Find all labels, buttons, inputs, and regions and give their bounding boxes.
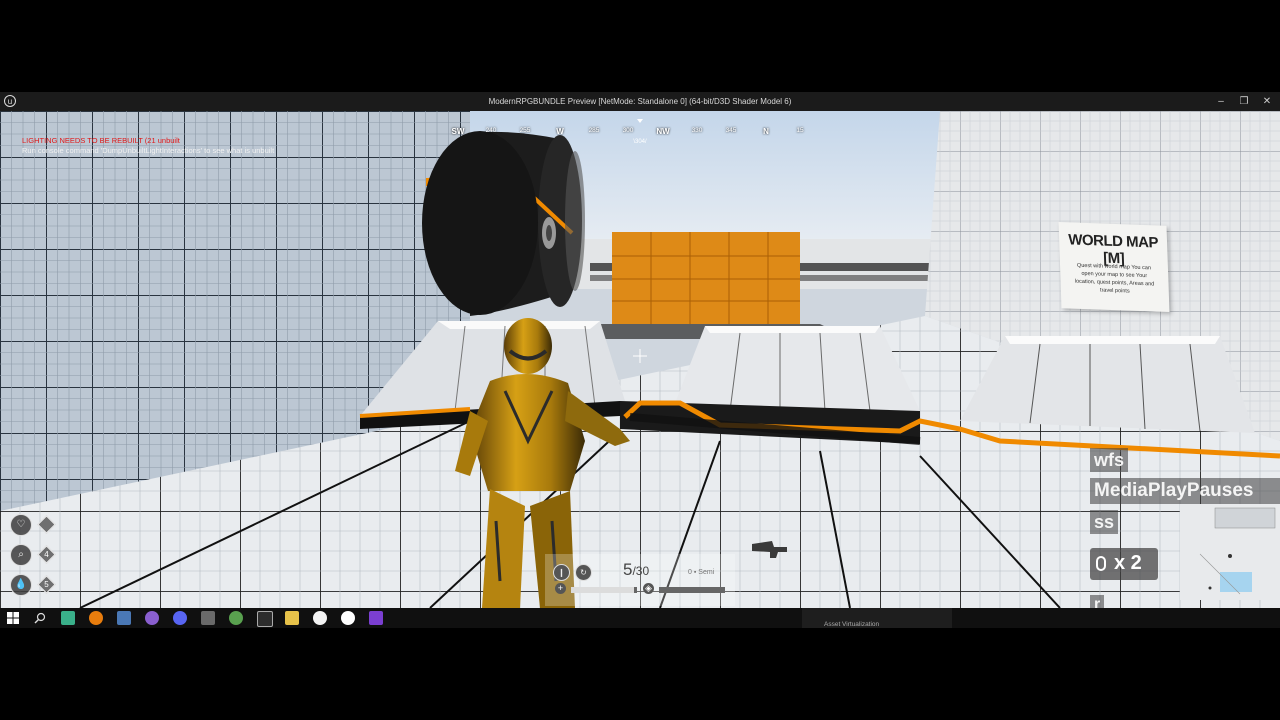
compass-tick: W bbox=[556, 127, 564, 136]
key-overlay-line: ss bbox=[1090, 510, 1119, 534]
compass-tick: 285 bbox=[588, 127, 600, 134]
key-overlay-line: MediaPlayPauses bbox=[1090, 478, 1280, 504]
window-title: ModernRPGBUNDLE Preview [NetMode: Standa… bbox=[488, 97, 792, 106]
compass-bar: SW 240 255 W 285 300 NW 330 345 N 15 \30… bbox=[440, 119, 820, 153]
lighting-warning: LIGHTING NEEDS TO BE REBUILT (21 unbuilt bbox=[22, 136, 180, 145]
shield-icon: ◈ bbox=[643, 583, 654, 594]
os-taskbar: Asset Virtualization bbox=[0, 608, 1280, 628]
minimize-button[interactable]: – bbox=[1210, 92, 1232, 111]
key-overlay-line: r bbox=[1090, 595, 1105, 608]
terminal-icon[interactable] bbox=[257, 611, 273, 627]
search-icon[interactable] bbox=[33, 611, 47, 625]
game-viewport[interactable]: LIGHTING NEEDS TO BE REBUILT (21 unbuilt… bbox=[0, 111, 1280, 608]
compass-tick: N bbox=[763, 127, 769, 136]
minimap-graphic bbox=[1180, 504, 1280, 600]
compass-tick: 15 bbox=[796, 127, 804, 134]
status-search: ⌕ 4 bbox=[10, 544, 60, 566]
visual-studio-icon[interactable] bbox=[369, 611, 383, 625]
github-icon[interactable] bbox=[145, 611, 159, 625]
minimap[interactable] bbox=[1180, 504, 1280, 600]
maximize-button[interactable]: ❐ bbox=[1233, 92, 1255, 111]
status-water: 💧 5 bbox=[10, 574, 60, 596]
blender-icon[interactable] bbox=[89, 611, 103, 625]
window-titlebar: u ModernRPGBUNDLE Preview [NetMode: Stan… bbox=[0, 92, 1280, 111]
status-value: 5 bbox=[44, 580, 49, 589]
ammo-hud: ❙ ↻ 5/30 0 ▪ Semi + ◈ bbox=[545, 554, 735, 606]
compass-tick: 255 bbox=[519, 127, 531, 134]
bullet-icon: ❙ bbox=[553, 564, 570, 581]
letterbox-top bbox=[0, 0, 1280, 92]
compass-tick: 345 bbox=[725, 127, 737, 134]
search-icon: ⌕ bbox=[10, 544, 32, 566]
stamina-bar bbox=[659, 587, 725, 593]
ammo-max: /30 bbox=[632, 564, 650, 578]
diamond-icon bbox=[37, 515, 56, 534]
reload-icon: ↻ bbox=[575, 564, 592, 581]
compass-tick: 300 bbox=[622, 127, 634, 134]
heart-icon: ♡ bbox=[10, 514, 32, 536]
fire-mode: 0 ▪ Semi bbox=[688, 569, 715, 576]
taskbar-preview-label: Asset Virtualization bbox=[824, 621, 880, 628]
mouse-icon bbox=[1096, 556, 1106, 571]
fire-mode-label: Semi bbox=[698, 569, 715, 576]
compass-heading: \304/ bbox=[633, 139, 647, 145]
calculator-icon[interactable] bbox=[117, 611, 131, 625]
letterbox-bottom bbox=[0, 628, 1280, 720]
discord-icon[interactable] bbox=[173, 611, 187, 625]
taskbar-preview[interactable]: Asset Virtualization bbox=[802, 608, 952, 628]
health-bar-fill bbox=[571, 587, 634, 593]
compass-tick: NW bbox=[656, 127, 670, 136]
key-combo-count: x 2 bbox=[1114, 552, 1142, 574]
ammo-reserve: 0 bbox=[688, 569, 692, 576]
ammo-count: 5/30 bbox=[623, 560, 649, 580]
chrome-icon[interactable] bbox=[229, 611, 243, 625]
folder-icon[interactable] bbox=[285, 611, 299, 625]
health-bar bbox=[571, 587, 637, 593]
unreal-icon[interactable] bbox=[341, 611, 355, 625]
health-plus-icon: + bbox=[555, 583, 566, 594]
windows-start-icon[interactable] bbox=[6, 611, 20, 625]
compass-tick: 240 bbox=[485, 127, 497, 134]
compass-tick: SW bbox=[451, 127, 465, 136]
status-value: 4 bbox=[44, 550, 49, 559]
game-scene bbox=[0, 111, 1280, 608]
close-button[interactable]: ✕ bbox=[1256, 92, 1278, 111]
key-overlay-line: wfs bbox=[1090, 448, 1129, 472]
status-health: ♡ bbox=[10, 514, 60, 536]
world-map-sign: WORLD MAP [M] Quest with world map You c… bbox=[1058, 222, 1170, 312]
steam-icon[interactable] bbox=[201, 611, 215, 625]
drop-icon: 💧 bbox=[10, 574, 32, 596]
file-manager-icon[interactable] bbox=[61, 611, 75, 625]
console-message: Run console command 'DumpUnbuiltLightInt… bbox=[22, 146, 275, 155]
key-combo: x 2 bbox=[1090, 548, 1158, 580]
yandex-icon[interactable] bbox=[313, 611, 327, 625]
compass-tick: 330 bbox=[691, 127, 703, 134]
compass-marker-icon bbox=[637, 119, 643, 123]
sign-body: Quest with world map You can open your m… bbox=[1074, 262, 1155, 295]
